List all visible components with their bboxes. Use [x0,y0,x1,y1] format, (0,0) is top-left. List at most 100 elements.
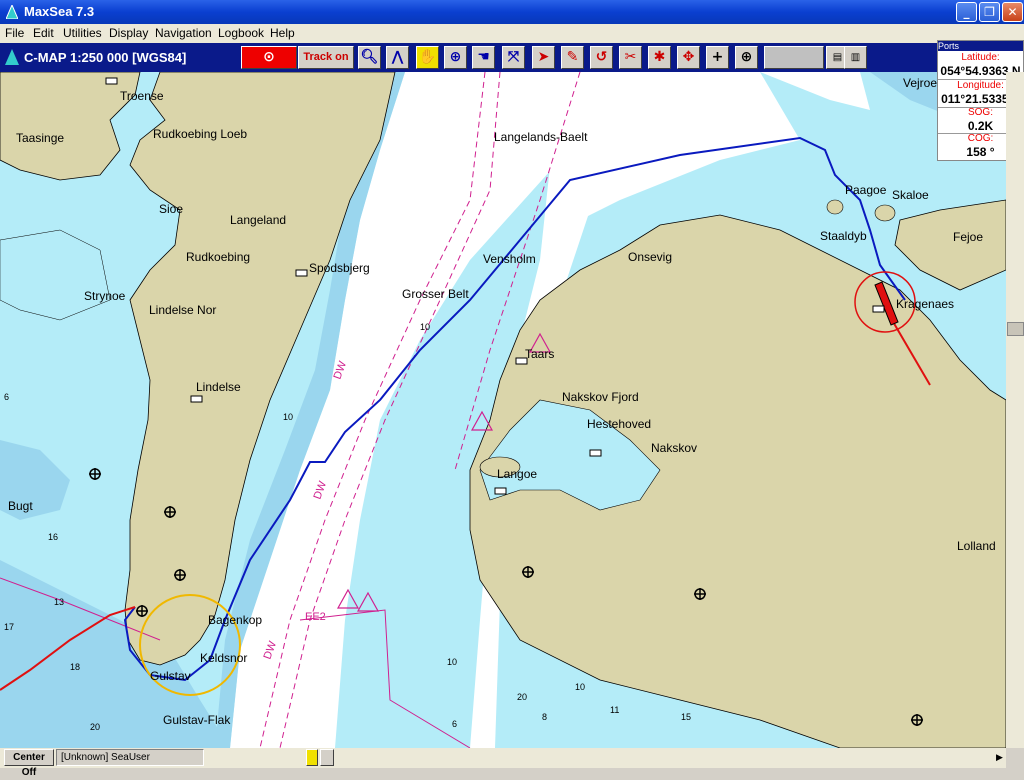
chart-icon [5,49,19,65]
depth-2: 13 [54,597,64,607]
compass-button[interactable]: ⋀ [386,46,409,69]
label-vensholm: Vensholm [483,252,536,266]
route-button[interactable]: ⤧ [502,46,525,69]
move-icon: ✥ [682,49,695,65]
menu-utilities[interactable]: Utilities [63,26,102,40]
label-gulstav-flak: Gulstav-Flak [163,713,231,727]
pencil-icon: ✎ [566,49,579,65]
scroll-right-icon[interactable]: ▶ [996,752,1003,763]
window-title: MaxSea 7.3 [24,4,95,19]
depth-3: 17 [4,622,14,632]
label-bagenkop: Bagenkop [208,613,262,627]
menu-file[interactable]: File [5,26,24,40]
depth-11: 11 [610,705,619,715]
label-langelands-baelt: Langelands-Baelt [494,130,588,144]
target-button[interactable]: ⊕ [444,46,467,69]
label-sioe: Sioe [159,202,183,216]
menu-bar: File Edit Utilities Display Navigation L… [0,24,1024,43]
minimize-button[interactable]: _ [956,2,977,22]
label-vejroe: Vejroe [903,76,937,90]
cursor-target-icon: ⊕ [449,49,462,65]
label-strynoe: Strynoe [84,289,126,303]
label-bugt: Bugt [8,499,33,513]
menu-edit[interactable]: Edit [33,26,54,40]
menu-help[interactable]: Help [270,26,295,40]
center-off-button[interactable]: Center Off [4,749,54,778]
label-staaldyb: Staaldyb [820,229,867,243]
route-icon: ⤧ [507,49,520,65]
chart-canvas[interactable]: Troense Taasinge Rudkoebing Loeb Sioe La… [0,72,1006,748]
label-taars: Taars [525,347,554,361]
nautical-chart[interactable]: Troense Taasinge Rudkoebing Loeb Sioe La… [0,72,1006,748]
scissors-icon: ✂ [624,49,637,65]
label-paagoe: Paagoe [845,183,887,197]
scroll-thumb[interactable] [1007,322,1024,336]
vertical-scrollbar[interactable] [1006,72,1024,748]
route-edit-button[interactable]: ✱ [648,46,671,69]
skaloe-island [874,204,896,222]
label-rudkoebing-loeb: Rudkoebing Loeb [153,127,247,141]
zoom-button[interactable]: 🔍︎ [358,46,381,69]
window-layout-icon: ▤ [832,52,843,63]
user-field: [Unknown] SeaUser [56,749,204,766]
close-button[interactable]: ✕ [1002,2,1023,22]
compass-icon: ⋀ [391,49,404,65]
label-grosser-belt: Grosser Belt [402,287,469,301]
label-onsevig: Onsevig [628,250,672,264]
status-indicator[interactable] [306,749,318,766]
depth-8: 10 [575,682,585,692]
label-taasinge: Taasinge [16,131,64,145]
depth-10: 8 [542,712,547,722]
title-bar: MaxSea 7.3 _ ❐ ✕ [0,0,1024,24]
undo-button[interactable]: ↺ [590,46,613,69]
grab-button[interactable]: ☚ [472,46,495,69]
select-button[interactable]: ➤ [532,46,555,69]
crosshair-icon: + [711,49,724,65]
menu-logbook[interactable]: Logbook [218,26,264,40]
depth-4: 18 [70,662,80,672]
crosshair-button[interactable]: + [706,46,729,69]
toolbar-spacer [764,46,824,69]
depth-9: 6 [452,719,457,729]
depth-12: 15 [681,712,691,722]
scissors-button[interactable]: ✂ [619,46,642,69]
label-lolland: Lolland [957,539,996,553]
label-nakskov: Nakskov [651,441,697,455]
toolbar: C-MAP 1:250 000 [WGS84] ⊙ Track on 🔍︎ ⋀ … [0,43,1024,72]
depth-15: 6 [4,392,9,402]
pan-hand-icon: ✋ [418,49,437,65]
label-rudkoebing: Rudkoebing [186,250,250,264]
menu-navigation[interactable]: Navigation [155,26,212,40]
pencil-button[interactable]: ✎ [561,46,584,69]
app-icon [6,5,18,19]
cursor-button[interactable]: ⊕ [735,46,758,69]
label-hestehoved: Hestehoved [587,417,651,431]
chart-scale-label: C-MAP 1:250 000 [WGS84] [24,50,187,65]
label-nakskov-fjord: Nakskov Fjord [562,390,639,404]
pan-button[interactable]: ✋ [416,46,439,69]
move-button[interactable]: ✥ [677,46,700,69]
window-split-button[interactable]: ▥ [844,46,867,69]
status-bar: Center Off [Unknown] SeaUser ▶ [0,748,1006,778]
undo-icon: ↺ [595,49,608,65]
zoom-icon: 🔍︎ [360,49,379,65]
track-on-button[interactable]: Track on [298,46,354,69]
label-troense: Troense [120,89,164,103]
menu-display[interactable]: Display [109,26,148,40]
record-button[interactable]: ⊙ [241,46,297,69]
label-ee2: EE2 [305,611,326,623]
record-icon: ⊙ [263,49,275,65]
window-split-icon: ▥ [850,52,861,63]
restore-button[interactable]: ❐ [979,2,1000,22]
status-tool-button[interactable] [320,749,334,766]
depth-13: 10 [420,322,430,332]
label-fejoe: Fejoe [953,230,983,244]
info-panel-header: Ports [938,41,1023,51]
label-langoe: Langoe [497,467,537,481]
label-spodsbjerg: Spodsbjerg [309,261,370,275]
depth-6: 10 [447,657,457,667]
depth-5: 20 [90,722,100,732]
depth-14: 10 [283,412,293,422]
label-lindelse-nor: Lindelse Nor [149,303,216,317]
select-arrow-icon: ➤ [537,49,550,65]
